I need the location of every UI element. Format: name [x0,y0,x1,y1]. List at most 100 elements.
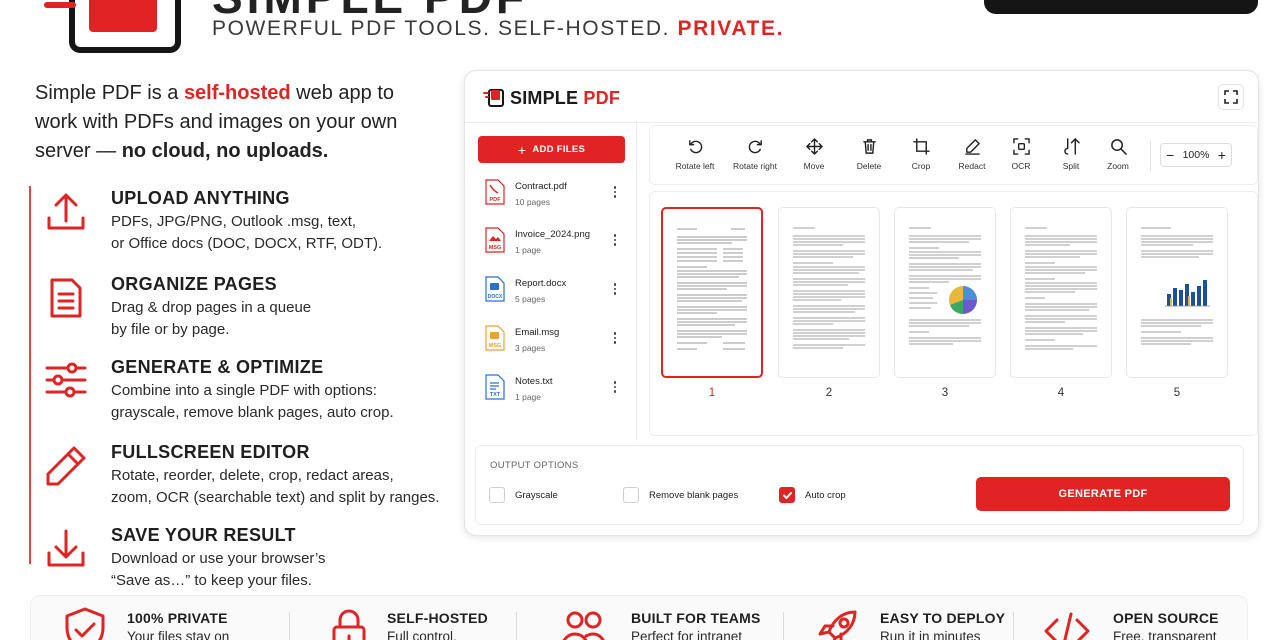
tool-delete[interactable]: Delete [839,138,899,171]
feature-desc-line: Rotate, reorder, delete, crop, redact ar… [111,467,394,484]
intro-bold: no cloud, no uploads. [121,140,329,162]
benefit-title: 100% PRIVATE [127,610,228,626]
tool-label: Move [803,161,825,171]
page-number: 1 [708,387,716,399]
output-options-title: OUTPUT OPTIONS [490,460,579,471]
file-item[interactable]: PDF Contract.pdf 10 pages [485,179,625,219]
file-meta: 5 pages [515,294,546,304]
trash-icon [862,139,876,154]
page-thumbnail[interactable] [1126,207,1228,378]
checkbox-box[interactable] [489,487,505,503]
docx-file-icon: DOCX [485,276,505,302]
page-thumbnail[interactable] [661,207,763,378]
file-menu-icon[interactable] [609,281,621,297]
zoom-value: 100% [1182,149,1210,161]
download-icon [47,529,85,567]
page-thumbnail[interactable] [894,207,996,378]
zoom-out-button[interactable]: − [1166,147,1174,163]
zoom-in-button[interactable]: + [1218,147,1226,163]
page-grid: 1 2 3 4 5 [649,191,1258,436]
file-item[interactable]: TXT Notes.txt 1 page [485,374,625,414]
generate-pdf-button[interactable]: GENERATE PDF [976,477,1230,511]
tool-move[interactable]: Move [784,138,844,171]
file-meta: 1 page [515,392,541,402]
lock-icon [332,609,366,640]
tool-label: Rotate right [733,161,777,171]
pie-chart-graphic [949,286,977,314]
file-meta: 10 pages [515,197,550,207]
feature-desc: Combine into a single PDF with options: g… [111,380,394,423]
feature-title: UPLOAD ANYTHING [111,188,290,208]
tool-zoom[interactable]: Zoom [1088,138,1148,171]
feature-desc: Drag & drop pages in a queue by file or b… [111,297,311,340]
file-name: Invoice_2024.png [515,229,591,240]
benefit-title: BUILT FOR TEAMS [631,610,761,626]
add-files-button[interactable]: + ADD FILES [478,136,625,163]
header-button[interactable] [984,0,1258,14]
file-menu-icon[interactable] [609,232,621,248]
checkbox-box-checked[interactable] [779,487,795,503]
page-thumbnail[interactable] [1010,207,1112,378]
upload-icon [47,193,85,230]
page-thumbnail[interactable] [778,207,880,378]
intro-part1: Simple PDF is a [35,82,184,104]
benefit-separator [516,612,517,640]
tool-rotate-left[interactable]: Rotate left [665,138,725,171]
app-logo-main: SIMPLE [510,87,584,108]
page-content [793,227,865,349]
checkbox-label: Auto crop [805,489,846,501]
header-divider [465,122,1260,123]
rocket-icon [818,610,857,640]
zoom-icon [1110,139,1127,155]
file-menu-icon[interactable] [609,184,621,200]
sidebar-divider [636,123,637,441]
toolbar-separator [1150,140,1151,172]
remove-blank-pages-checkbox[interactable]: Remove blank pages [623,487,738,503]
feature-title: SAVE YOUR RESULT [111,525,296,545]
crop-icon [912,138,930,155]
benefit-desc: Free, transparent [1113,629,1217,640]
file-menu-icon[interactable] [609,330,621,346]
feature-desc-line: or Office docs (DOC, DOCX, RTF, ODT). [111,234,383,252]
app-window: SIMPLE PDF + ADD FILES PDF Contract.pdf … [464,70,1260,536]
split-icon [1063,138,1080,155]
pencil-icon [46,446,86,486]
benefit-desc: Run it in minutes [880,629,981,640]
app-logo: SIMPLE PDF [483,87,620,109]
grayscale-checkbox[interactable]: Grayscale [489,487,558,503]
tool-rotate-right[interactable]: Rotate right [725,138,785,171]
txt-file-icon: TXT [485,374,505,400]
fullscreen-button[interactable] [1218,84,1244,110]
benefit-desc: Full control. [387,629,457,640]
ocr-icon [1012,138,1030,155]
editor-toolbar: Rotate left Rotate right Move Delete Cro… [649,125,1258,185]
file-menu-icon[interactable] [609,379,621,395]
auto-crop-checkbox[interactable]: Auto crop [779,487,846,503]
file-name: Contract.pdf [515,181,567,192]
feature-desc-line: Download or use your browser’s [111,550,326,567]
app-logo-text: SIMPLE PDF [510,88,620,109]
page-number: 5 [1173,387,1181,399]
checkbox-box[interactable] [623,487,639,503]
pdf-file-icon: PDF [485,179,505,205]
feature-desc: Rotate, reorder, delete, crop, redact ar… [111,465,439,508]
file-item[interactable]: DOCX Report.docx 5 pages [485,276,625,316]
page-content [677,228,747,350]
zoom-control: − 100% + [1160,143,1232,167]
file-item[interactable]: MSG Email.msg 3 pages [485,325,625,365]
feature-title: ORGANIZE PAGES [111,274,277,294]
feature-desc-line: by file or by page. [111,320,230,338]
msg-file-icon: MSG [485,325,505,351]
intro-highlight: self-hosted [183,82,291,104]
file-badge: DOCX [488,294,503,300]
feature-desc-line: Drag & drop pages in a queue [111,299,312,316]
page-number: 2 [825,387,833,399]
document-icon [50,278,82,318]
tool-label: Redact [958,161,986,171]
file-meta: 1 page [515,245,541,255]
file-item[interactable]: MSG Invoice_2024.png 1 page [485,227,625,267]
tool-label: Rotate left [675,161,715,171]
tool-label: Zoom [1107,161,1129,171]
redact-icon [964,139,980,155]
tagline: POWERFUL PDF TOOLS. SELF-HOSTED. PRIVATE… [212,17,784,41]
